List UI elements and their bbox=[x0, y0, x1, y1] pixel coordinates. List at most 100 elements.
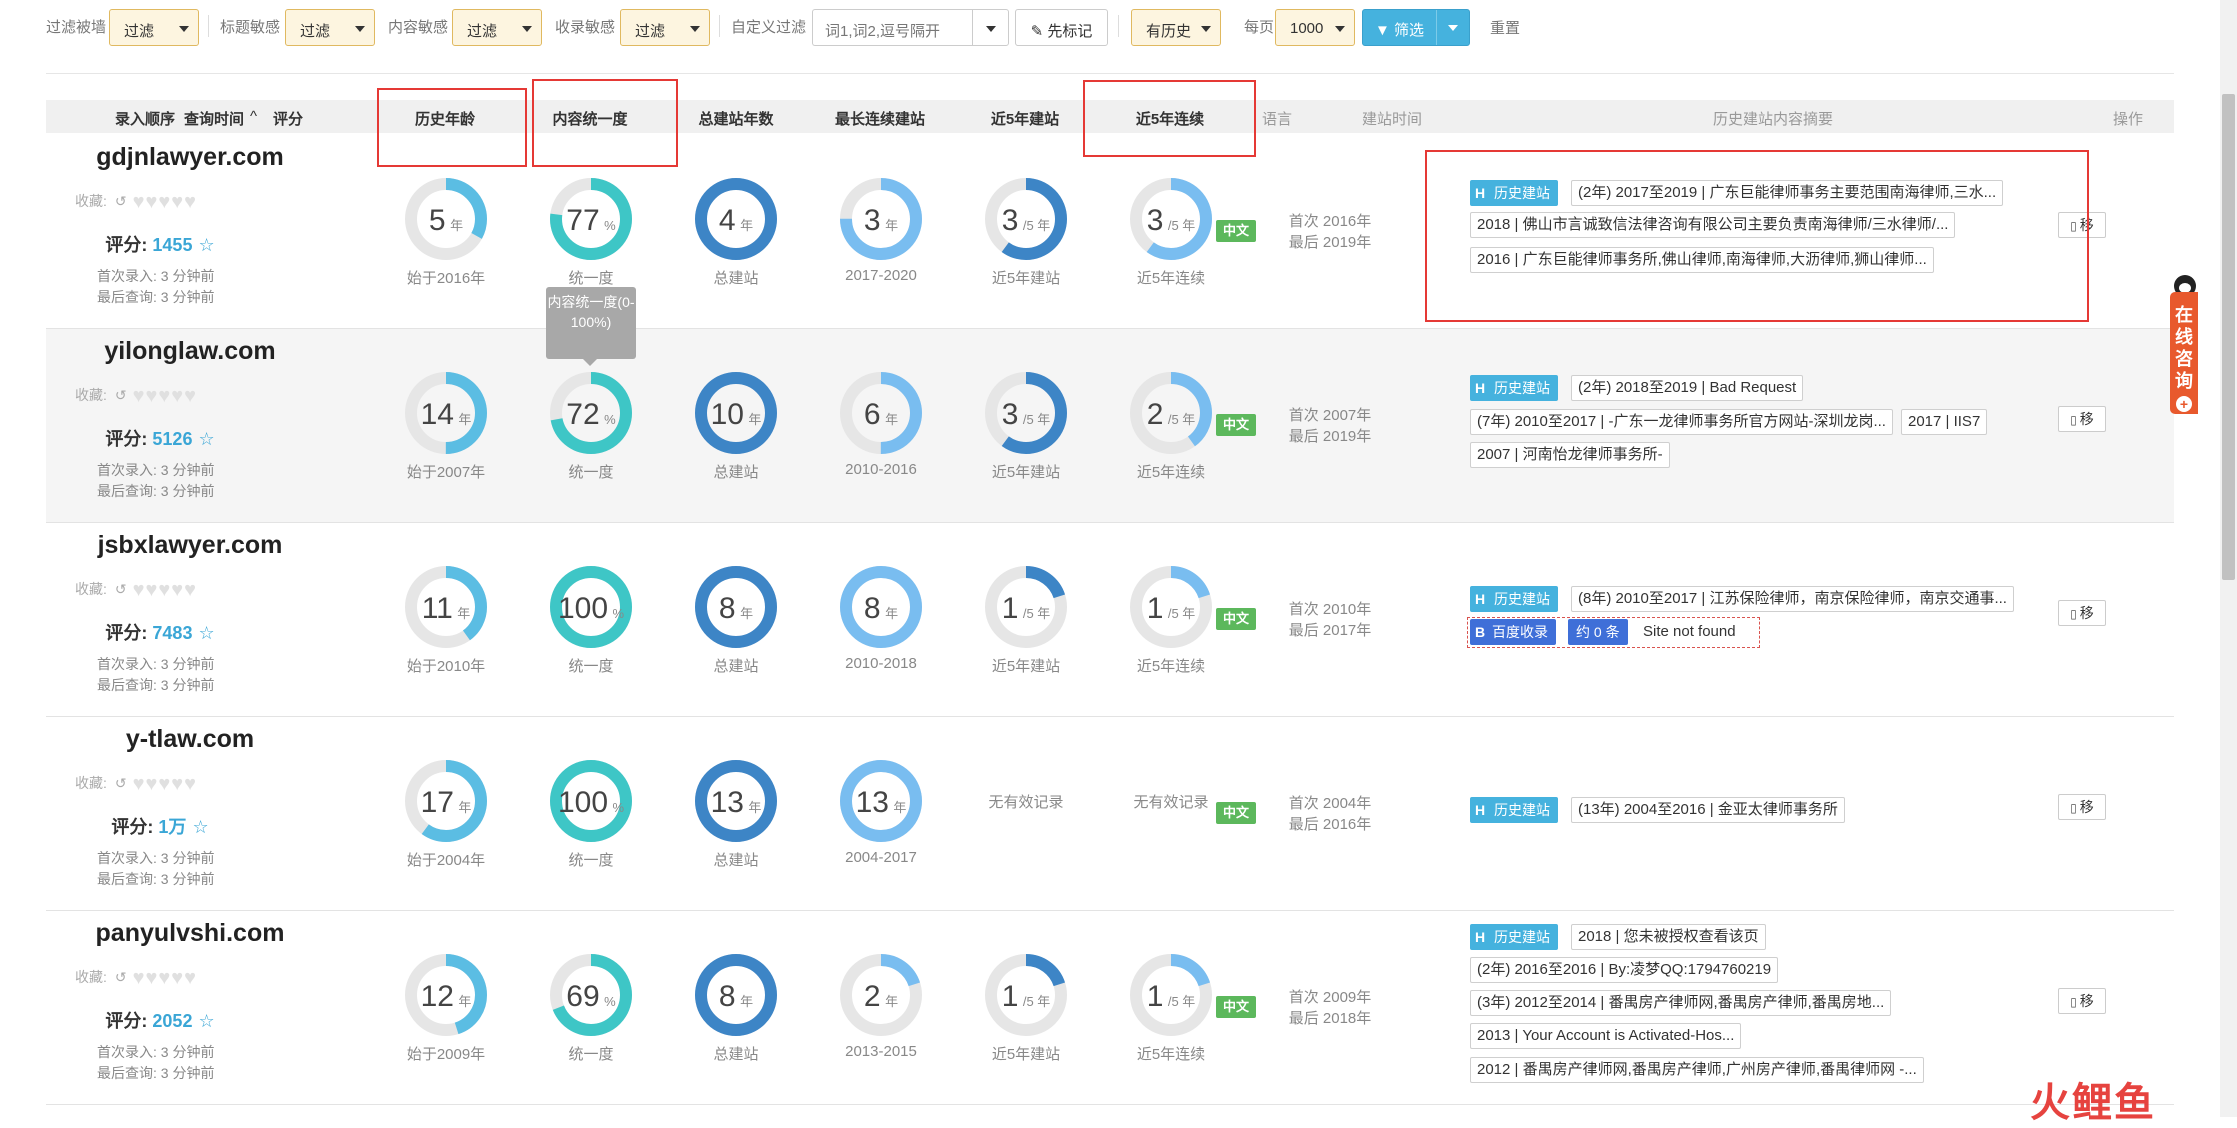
score-value[interactable]: 1455 bbox=[152, 235, 192, 255]
favorite-row: 收藏: ↺ ♥♥♥♥♥ bbox=[75, 385, 197, 408]
first-entry-value: 3 分钟前 bbox=[160, 462, 215, 478]
recent-built-donut: 3 /5 年 bbox=[981, 174, 1071, 264]
star-icon[interactable]: ☆ bbox=[198, 235, 214, 255]
heart-rating-icon[interactable]: ♥♥♥♥♥ bbox=[133, 579, 197, 601]
last-built-label: 最后 bbox=[1288, 234, 1319, 251]
recent-built-donut-unit: /5 年 bbox=[1022, 412, 1051, 427]
consistency-donut-number: 77 bbox=[566, 204, 600, 237]
filter-custom-dropdown[interactable] bbox=[972, 9, 1009, 46]
move-button[interactable]: ▯ 移 bbox=[2058, 988, 2106, 1014]
star-icon[interactable]: ☆ bbox=[192, 817, 208, 837]
first-built-value: 2016年 bbox=[1322, 213, 1372, 230]
total-years-donut-unit: 年 bbox=[748, 800, 762, 815]
summary-entry[interactable]: (7年) 2010至2017 | -广东一龙律师事务所官方网站-深圳龙岗... bbox=[1470, 409, 1893, 435]
last-built: 最后 2019年 bbox=[1270, 232, 1390, 253]
heart-rating-icon[interactable]: ♥♥♥♥♥ bbox=[133, 967, 197, 989]
longest-donut-value: 8 年 bbox=[836, 592, 926, 626]
undo-icon[interactable]: ↺ bbox=[115, 969, 127, 985]
recent-built-donut-value: 3 /5 年 bbox=[981, 204, 1071, 238]
consistency-tooltip: 内容统一度(0-100%) bbox=[546, 287, 636, 359]
chevron-down-icon[interactable] bbox=[1448, 25, 1458, 31]
filter-title-select[interactable]: 过滤 bbox=[285, 9, 375, 46]
col-query-time[interactable]: 查询时间 bbox=[184, 108, 244, 129]
col-order[interactable]: 录入顺序 bbox=[115, 108, 175, 129]
language-badge: 中文 bbox=[1216, 414, 1256, 436]
chevron-up-icon[interactable]: ^ bbox=[250, 108, 257, 125]
domain-name[interactable]: panyulvshi.com bbox=[40, 919, 340, 948]
recent-built-donut-number: 3 bbox=[1001, 204, 1019, 237]
longest-caption: 2010-2018 bbox=[845, 655, 917, 672]
history-build-tag-label: 历史建站 bbox=[1494, 929, 1550, 945]
star-icon[interactable]: ☆ bbox=[198, 429, 214, 449]
site-time: 首次 2007年 最后 2019年 bbox=[1270, 405, 1390, 447]
move-button[interactable]: ▯ 移 bbox=[2058, 794, 2106, 820]
domain-name[interactable]: jsbxlawyer.com bbox=[40, 531, 340, 560]
mark-first-button[interactable]: ✎ 先标记 bbox=[1015, 9, 1108, 46]
favorite-row: 收藏: ↺ ♥♥♥♥♥ bbox=[75, 773, 197, 796]
history-age-caption: 始于2004年 bbox=[406, 852, 486, 869]
last-built-value: 2018年 bbox=[1322, 1010, 1372, 1027]
summary-entry[interactable]: (2年) 2016至2016 | By:凌梦QQ:1794760219 bbox=[1470, 957, 1779, 983]
move-button[interactable]: ▯ 移 bbox=[2058, 600, 2106, 626]
domain-name[interactable]: yilonglaw.com bbox=[40, 337, 340, 366]
history-build-tag[interactable]: H 历史建站 bbox=[1470, 797, 1558, 823]
move-button[interactable]: ▯ 移 bbox=[2058, 406, 2106, 432]
score-value[interactable]: 5126 bbox=[152, 429, 192, 449]
summary-entry[interactable]: 2017 | IIS7 bbox=[1901, 409, 1988, 435]
summary-entry[interactable]: (2年) 2018至2019 | Bad Request bbox=[1571, 375, 1804, 401]
favorite-label: 收藏: bbox=[75, 193, 107, 209]
undo-icon[interactable]: ↺ bbox=[115, 581, 127, 597]
first-built-label: 首次 bbox=[1288, 795, 1319, 812]
domain-name[interactable]: y-tlaw.com bbox=[40, 725, 340, 754]
summary-entry[interactable]: 2012 | 番禺房产律师网,番禺房产律师,广州房产律师,番禺律师网 -... bbox=[1470, 1057, 1924, 1083]
score-value[interactable]: 2052 bbox=[152, 1011, 192, 1031]
scrollbar-thumb[interactable] bbox=[2222, 94, 2235, 580]
heart-rating-icon[interactable]: ♥♥♥♥♥ bbox=[133, 385, 197, 407]
score: 评分: 7483 ☆ bbox=[60, 619, 260, 645]
last-built: 最后 2019年 bbox=[1270, 426, 1390, 447]
filter-index-select[interactable]: 过滤 bbox=[620, 9, 710, 46]
filter-wall-select[interactable]: 过滤 bbox=[109, 9, 199, 46]
heart-rating-icon[interactable]: ♥♥♥♥♥ bbox=[133, 191, 197, 213]
baidu-index-tag[interactable]: B 百度收录 bbox=[1470, 619, 1556, 645]
summary-entry[interactable]: 2013 | Your Account is Activated-Hos... bbox=[1470, 1023, 1742, 1049]
col-score[interactable]: 评分 bbox=[273, 108, 303, 129]
history-age-donut-unit: 年 bbox=[450, 218, 464, 233]
consistency-caption: 统一度 bbox=[568, 464, 614, 481]
col-site-time: 建站时间 bbox=[1362, 111, 1423, 128]
col-total-years[interactable]: 总建站年数 bbox=[686, 108, 786, 129]
undo-icon[interactable]: ↺ bbox=[115, 775, 127, 791]
language-badge: 中文 bbox=[1216, 996, 1256, 1018]
filter-content-select[interactable]: 过滤 bbox=[452, 9, 542, 46]
score-value[interactable]: 7483 bbox=[152, 623, 192, 643]
history-select[interactable]: 有历史 bbox=[1131, 9, 1221, 46]
undo-icon[interactable]: ↺ bbox=[115, 387, 127, 403]
history-build-tag[interactable]: H 历史建站 bbox=[1470, 375, 1558, 401]
summary-entry[interactable]: 2007 | 河南怡龙律师事务所- bbox=[1470, 442, 1670, 468]
summary-entry[interactable]: (8年) 2010至2017 | 江苏保险律师，南京保险律师，南京交通事... bbox=[1571, 586, 2014, 612]
star-icon[interactable]: ☆ bbox=[198, 623, 214, 643]
recent-cont-caption: 近5年连续 bbox=[1136, 658, 1206, 675]
per-page-select[interactable]: 1000 bbox=[1275, 9, 1355, 46]
summary-entry[interactable]: (13年) 2004至2016 | 金亚太律师事务所 bbox=[1571, 797, 1845, 823]
filter-button[interactable]: ▼ 筛选 bbox=[1362, 9, 1470, 46]
online-consult-widget[interactable]: 在线咨询 + bbox=[2170, 292, 2198, 414]
domain-name[interactable]: gdjnlawyer.com bbox=[40, 143, 340, 172]
filter-custom-input[interactable]: 词1,词2,逗号隔开 bbox=[812, 9, 972, 46]
history-build-tag[interactable]: H 历史建站 bbox=[1470, 586, 1558, 612]
col-recent-built[interactable]: 近5年建站 bbox=[975, 108, 1075, 129]
undo-icon[interactable]: ↺ bbox=[115, 193, 127, 209]
recent-built-donut-value: 1 /5 年 bbox=[981, 980, 1071, 1014]
summary-entry[interactable]: (3年) 2012至2014 | 番禺房产律师网,番禺房产律师,番禺房地... bbox=[1470, 990, 1892, 1016]
history-build-tag[interactable]: H 历史建站 bbox=[1470, 924, 1558, 950]
col-longest[interactable]: 最长连续建站 bbox=[820, 108, 940, 129]
longest-caption: 2017-2020 bbox=[845, 267, 917, 284]
summary-entry[interactable]: 2018 | 您未被授权查看该页 bbox=[1571, 924, 1766, 950]
heart-rating-icon[interactable]: ♥♥♥♥♥ bbox=[133, 773, 197, 795]
recent-cont-donut: 1 /5 年 bbox=[1126, 562, 1216, 652]
reset-link[interactable]: 重置 bbox=[1490, 17, 1520, 38]
star-icon[interactable]: ☆ bbox=[198, 1011, 214, 1031]
history-age-caption: 始于2009年 bbox=[406, 1046, 486, 1063]
language-badge: 中文 bbox=[1216, 220, 1256, 242]
score-value[interactable]: 1万 bbox=[158, 817, 186, 837]
